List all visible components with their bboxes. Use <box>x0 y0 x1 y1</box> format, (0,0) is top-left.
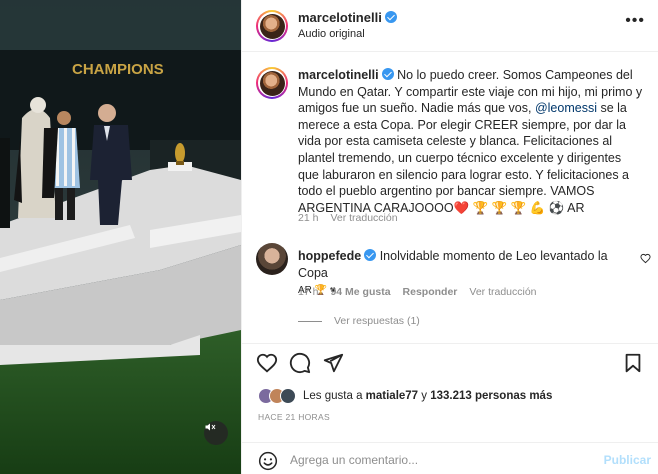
post-details-panel: marcelotinelli Audio original ••• marcel… <box>241 0 658 474</box>
audio-label[interactable]: Audio original <box>298 28 365 40</box>
mention-link[interactable]: @leomessi <box>535 101 597 115</box>
caption-time: 21 h <box>298 212 319 224</box>
caption-text: marcelotinelli No lo puedo creer. Somos … <box>298 68 643 215</box>
reply-button[interactable]: Responder <box>403 286 458 298</box>
publish-button[interactable]: Publicar <box>604 453 651 467</box>
comment-input[interactable] <box>290 450 590 470</box>
more-options-button[interactable]: ••• <box>625 13 645 29</box>
verified-icon <box>384 11 397 23</box>
champions-banner-text: CHAMPIONS <box>72 61 164 78</box>
replies-divider <box>298 320 322 322</box>
likes-count-link[interactable]: 133.213 personas más <box>430 390 552 402</box>
caption-translate-link[interactable]: Ver traducción <box>330 212 397 224</box>
commenter-username[interactable]: hoppefede <box>298 249 361 263</box>
share-icon[interactable] <box>322 352 344 374</box>
comments-section: marcelotinelli No lo puedo creer. Somos … <box>242 53 658 343</box>
heart-icon[interactable] <box>256 352 278 374</box>
comment-composer: Publicar <box>242 442 658 474</box>
comment-like-icon[interactable] <box>640 253 651 264</box>
mute-button[interactable] <box>204 421 228 445</box>
comment-time: 17 h <box>298 286 319 298</box>
likes-summary: Les gusta a matiale77 y 133.213 personas… <box>258 386 552 406</box>
bookmark-icon[interactable] <box>622 352 644 374</box>
comment-meta: 17 h 94 Me gusta Responder Ver traducción <box>298 286 549 298</box>
verified-icon <box>364 249 377 261</box>
comment-icon[interactable] <box>289 352 311 374</box>
likes-text: Les gusta a matiale77 y 133.213 personas… <box>303 390 553 402</box>
caption-avatar[interactable] <box>256 67 288 99</box>
author-avatar[interactable] <box>256 10 288 42</box>
liker-username[interactable]: matiale77 <box>366 390 418 402</box>
mute-icon <box>205 423 216 431</box>
commenter-avatar[interactable] <box>256 243 288 275</box>
emoji-icon[interactable] <box>258 451 278 471</box>
verified-icon <box>381 68 394 80</box>
view-replies-button[interactable]: Ver respuestas (1) <box>298 315 420 327</box>
more-icon: ••• <box>625 12 645 29</box>
post-actions: Les gusta a matiale77 y 133.213 personas… <box>242 343 658 431</box>
comment-translate-link[interactable]: Ver traducción <box>469 286 536 298</box>
caption-meta: 21 h Ver traducción <box>298 212 410 224</box>
video-frame: CHAMPIONS <box>0 0 241 474</box>
post-timestamp[interactable]: HACE 21 HORAS <box>258 412 330 422</box>
author-username[interactable]: marcelotinelli <box>298 10 397 25</box>
liker-avatar <box>280 388 296 404</box>
post-header: marcelotinelli Audio original ••• <box>242 0 658 52</box>
caption-username[interactable]: marcelotinelli <box>298 68 379 82</box>
post-media[interactable]: CHAMPIONS <box>0 0 241 474</box>
comment-likes-link[interactable]: 94 Me gusta <box>330 286 390 298</box>
